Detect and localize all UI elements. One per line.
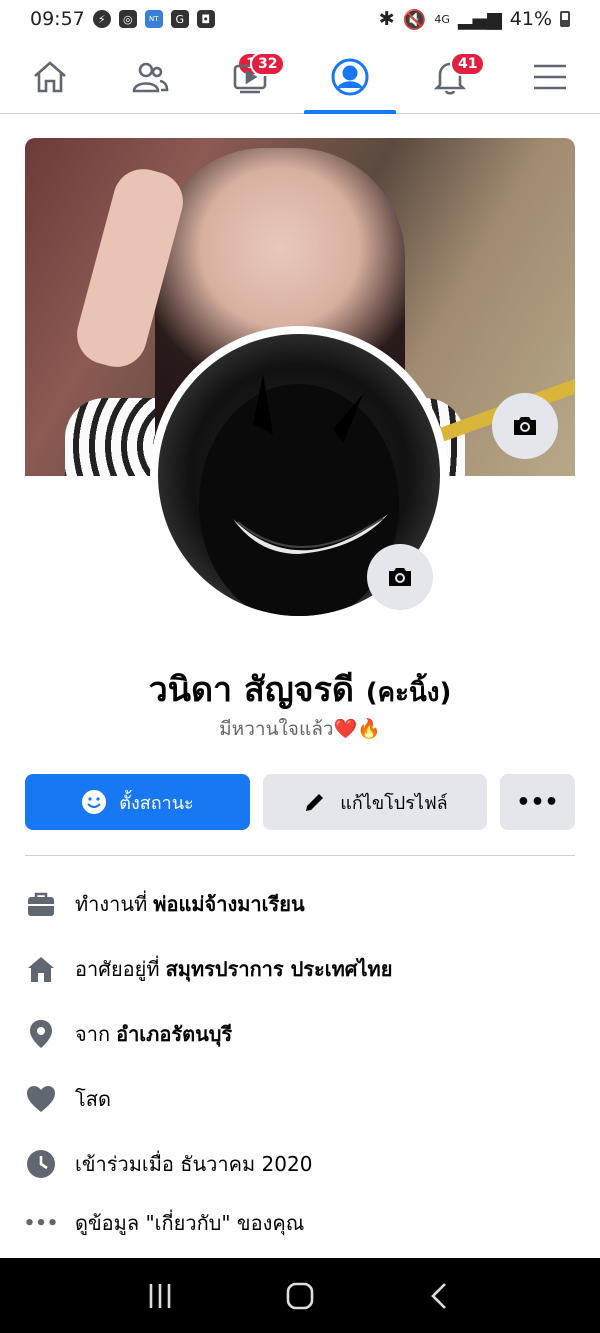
detail-relationship: โสด xyxy=(25,1079,585,1119)
lives-value[interactable]: สมุทรปราการ ประเทศไทย xyxy=(166,953,393,985)
menu-icon xyxy=(534,64,566,89)
home-button-icon[interactable] xyxy=(283,1279,317,1313)
home-filled-icon xyxy=(28,957,54,982)
set-status-label: ตั้งสถานะ xyxy=(119,792,194,814)
bluetooth-icon: ✱ xyxy=(378,8,395,30)
status-time: 09:57 xyxy=(30,8,85,30)
network-type: 4G xyxy=(434,12,450,26)
nav-home[interactable] xyxy=(0,40,100,113)
camera-icon xyxy=(514,417,536,435)
mute-icon: 🔇 xyxy=(402,8,427,31)
watch-badge: 32 xyxy=(250,52,286,76)
nav-notifications[interactable]: 41 xyxy=(400,40,500,113)
detail-joined: เข้าร่วมเมื่อ ธันวาคม 2020 xyxy=(25,1144,585,1184)
noveltoon-icon: NT xyxy=(144,10,163,28)
full-name: วนิดา สัญจรดี xyxy=(148,670,354,710)
edit-profile-picture-button[interactable] xyxy=(367,544,433,610)
messenger-icon: ⚡ xyxy=(92,10,111,28)
nickname: (คะนิ้ง) xyxy=(365,678,452,708)
battery-icon xyxy=(560,11,570,27)
nav-friends[interactable]: 1 xyxy=(100,40,265,113)
more-icon: ••• xyxy=(516,789,559,815)
ellipsis-icon: ••• xyxy=(23,1212,59,1234)
smiley-icon xyxy=(82,790,107,814)
signal-icon: ▂▄▆ xyxy=(457,8,502,30)
from-value[interactable]: อำเภอรัตนบุรี xyxy=(116,1018,232,1050)
about-link[interactable]: ••• ดูข้อมูล "เกี่ยวกับ" ของคุณ xyxy=(23,1203,585,1243)
top-nav: 1 32 41 xyxy=(0,40,600,114)
work-value[interactable]: พ่อแม่จ้างมาเรียน xyxy=(153,888,304,920)
friends-icon xyxy=(132,62,169,92)
edit-cover-button[interactable] xyxy=(492,393,558,459)
divider xyxy=(25,855,575,856)
profile-name: วนิดา สัญจรดี (คะนิ้ง) xyxy=(0,662,600,716)
nav-menu[interactable] xyxy=(500,40,600,113)
detail-lives: อาศัยอยู่ที่ สมุทรปราการ ประเทศไทย xyxy=(25,949,585,989)
pencil-icon xyxy=(306,794,324,811)
recents-icon[interactable] xyxy=(143,1279,177,1313)
location-pin-icon xyxy=(30,1020,52,1048)
home-icon xyxy=(34,60,66,92)
app-icon: ◘ xyxy=(196,10,215,28)
detail-from: จาก อำเภอรัตนบุรี xyxy=(25,1014,585,1054)
notifications-badge: 41 xyxy=(450,52,486,76)
edit-profile-label: แก้ไขโปรไฟล์ xyxy=(340,792,448,814)
battery-level: 41% xyxy=(509,8,552,30)
translate-icon: G xyxy=(170,10,189,28)
instagram-icon: ◎ xyxy=(118,10,137,28)
clock-icon xyxy=(27,1150,55,1178)
camera-icon xyxy=(389,568,411,586)
heart-icon xyxy=(27,1086,55,1112)
briefcase-icon xyxy=(28,892,54,916)
back-icon[interactable] xyxy=(423,1279,457,1313)
nav-watch[interactable]: 32 xyxy=(200,40,300,113)
system-nav-bar xyxy=(0,1258,600,1333)
profile-page: 09:57 ⚡ ◎ NT G ◘ ✱ 🔇 4G ▂▄▆ 41% 1 xyxy=(0,0,600,1333)
status-bar: 09:57 ⚡ ◎ NT G ◘ ✱ 🔇 4G ▂▄▆ 41% xyxy=(0,0,600,38)
profile-icon xyxy=(331,58,369,95)
nav-profile[interactable] xyxy=(300,40,400,114)
edit-profile-button[interactable]: แก้ไขโปรไฟล์ xyxy=(263,774,487,830)
more-options-button[interactable]: ••• xyxy=(500,774,575,830)
detail-work: ทำงานที่ พ่อแม่จ้างมาเรียน xyxy=(25,884,585,924)
set-status-button[interactable]: ตั้งสถานะ xyxy=(25,774,250,830)
profile-bio: มีหวานใจแล้ว❤️🔥 xyxy=(219,718,381,740)
